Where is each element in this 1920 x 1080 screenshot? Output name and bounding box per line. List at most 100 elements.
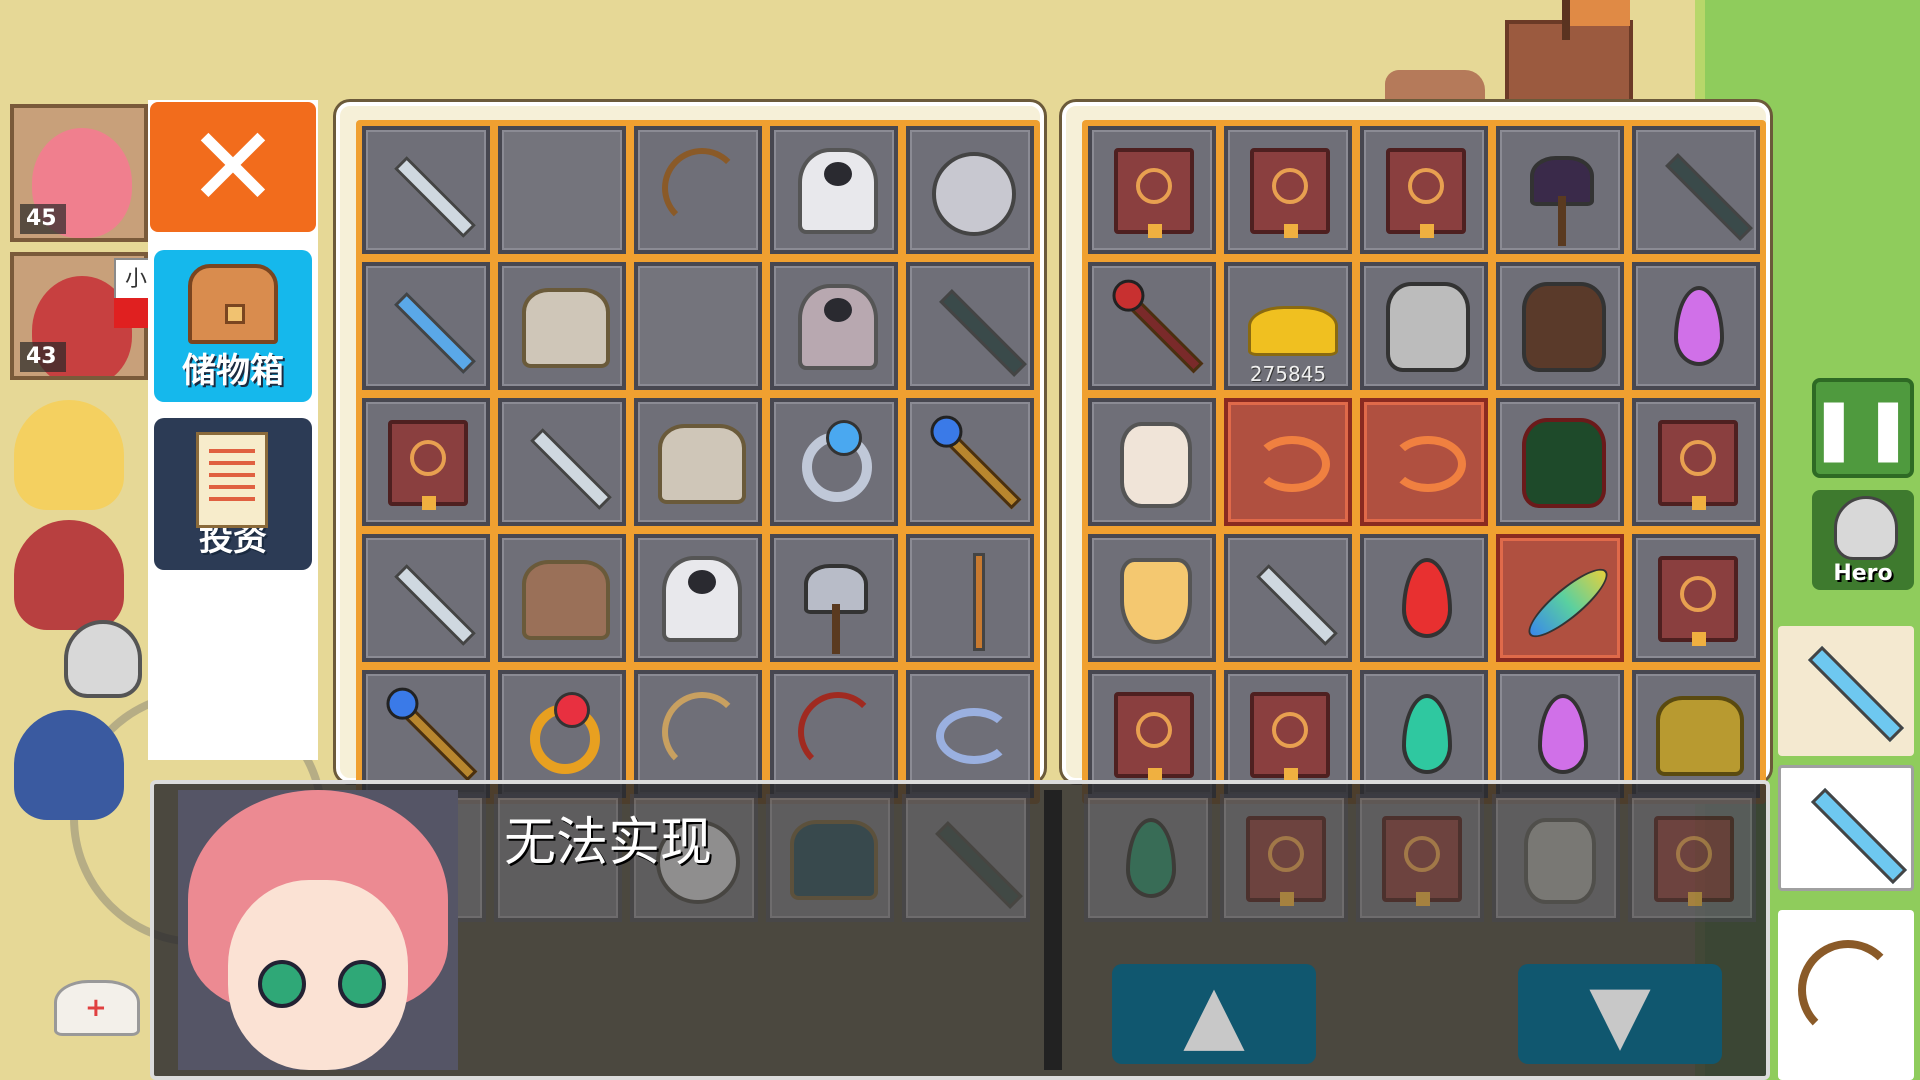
inventory-slot[interactable]: [634, 126, 762, 254]
weapon-slot-bow[interactable]: [1778, 910, 1914, 1080]
plate-armor-icon: [658, 424, 746, 504]
inventory-slot-highlighted[interactable]: [1224, 398, 1352, 526]
inventory-slot[interactable]: [1360, 262, 1488, 390]
green-gem-icon: [1126, 818, 1176, 898]
inventory-slot[interactable]: [1632, 398, 1760, 526]
spellbook-icon: [1382, 816, 1462, 906]
scroll-down-button[interactable]: ▼: [1518, 964, 1722, 1064]
storage-button[interactable]: 储物箱: [154, 250, 312, 402]
inventory-slot[interactable]: [498, 262, 626, 390]
inventory-slot[interactable]: [770, 670, 898, 798]
inventory-slot[interactable]: [906, 398, 1034, 526]
inventory-slot[interactable]: [906, 262, 1034, 390]
inventory-slot[interactable]: [1496, 670, 1624, 798]
inventory-slot[interactable]: [1496, 126, 1624, 254]
inventory-slot[interactable]: [1088, 262, 1216, 390]
inventory-slot[interactable]: [1084, 794, 1212, 922]
inventory-slot[interactable]: [1632, 126, 1760, 254]
red-hair-hero-sprite[interactable]: [14, 520, 124, 630]
eye-icon: [258, 960, 306, 1008]
inventory-slot[interactable]: [634, 398, 762, 526]
inventory-slot[interactable]: [1088, 126, 1216, 254]
level-badge: 43: [20, 342, 66, 372]
inventory-slot[interactable]: 275845: [1224, 262, 1352, 390]
inventory-slot[interactable]: [1088, 534, 1216, 662]
party-roster: 45 43 小 +: [4, 100, 158, 1080]
inventory-slot[interactable]: [1360, 670, 1488, 798]
inventory-slot[interactable]: [1224, 670, 1352, 798]
inventory-slot[interactable]: [1224, 534, 1352, 662]
inventory-slot[interactable]: [498, 670, 626, 798]
inventory-slot[interactable]: [1356, 794, 1484, 922]
nurse-cap-icon[interactable]: +: [54, 980, 140, 1036]
inventory-slot[interactable]: [362, 670, 490, 798]
white-cloak-icon: [662, 556, 742, 642]
gold-gem-icon: [1120, 558, 1192, 644]
inventory-slot[interactable]: [1632, 534, 1760, 662]
inventory-slot[interactable]: [1220, 794, 1348, 922]
ornate-sword-icon: [1255, 563, 1339, 647]
inventory-slot[interactable]: [634, 534, 762, 662]
inventory-slot[interactable]: [1360, 126, 1488, 254]
hero-button[interactable]: Hero: [1812, 490, 1914, 590]
pause-button[interactable]: ❚❚: [1809, 378, 1914, 478]
inventory-slot[interactable]: [1496, 262, 1624, 390]
pink-gem-icon: [1538, 694, 1588, 774]
flag-icon: [1570, 0, 1630, 26]
red-gem-icon: [1402, 558, 1452, 638]
weapon-slot-blue-sword[interactable]: [1778, 765, 1914, 891]
inventory-slot[interactable]: [770, 534, 898, 662]
inventory-slot[interactable]: [634, 670, 762, 798]
party-member-portrait[interactable]: 45: [10, 104, 148, 242]
flame-wisp-icon: [1254, 436, 1330, 492]
blue-hero-sprite[interactable]: [14, 710, 124, 820]
crimson-staff-icon: [1118, 288, 1204, 374]
inventory-slot[interactable]: [902, 794, 1030, 922]
dialog-text: 无法实现: [504, 813, 713, 873]
inventory-slot[interactable]: [770, 126, 898, 254]
inventory-slot[interactable]: [906, 534, 1034, 662]
invest-button[interactable]: 投资: [154, 418, 312, 570]
inventory-slot[interactable]: [362, 398, 490, 526]
inventory-slot-empty[interactable]: [498, 126, 626, 254]
close-button[interactable]: ✕: [150, 102, 316, 232]
dark-armor-icon: [790, 820, 878, 900]
inventory-slot[interactable]: [906, 126, 1034, 254]
inventory-slot[interactable]: [1360, 534, 1488, 662]
knight-helmet-icon[interactable]: [64, 620, 142, 698]
inventory-slot[interactable]: [906, 670, 1034, 798]
inventory-slot[interactable]: [498, 534, 626, 662]
wand-icon: [973, 553, 985, 651]
inventory-slot[interactable]: [1632, 262, 1760, 390]
inventory-slot-highlighted[interactable]: [1496, 534, 1624, 662]
inventory-slot-empty[interactable]: [634, 262, 762, 390]
inventory-slot[interactable]: [362, 126, 490, 254]
inventory-slot-highlighted[interactable]: [1360, 398, 1488, 526]
skull-cape-icon: [1522, 418, 1606, 508]
skeleton-cape-icon: [1522, 282, 1606, 372]
inventory-slot[interactable]: [1492, 794, 1620, 922]
inventory-slot[interactable]: [1496, 398, 1624, 526]
inventory-slot[interactable]: [1224, 126, 1352, 254]
inventory-slot[interactable]: [1632, 670, 1760, 798]
spellbook-icon: [1114, 692, 1194, 782]
dark-blade-icon: [935, 821, 1023, 909]
inventory-slot[interactable]: [1088, 670, 1216, 798]
battle-axe-icon: [804, 564, 868, 654]
crossbow-icon: [798, 692, 878, 772]
storage-grid: 275845: [1082, 120, 1766, 804]
blonde-hero-sprite[interactable]: [14, 400, 124, 510]
inventory-slot[interactable]: [770, 398, 898, 526]
plate-armor-icon: [522, 288, 610, 368]
ruby-ring-icon: [530, 692, 600, 774]
inventory-slot[interactable]: [766, 794, 894, 922]
inventory-slot[interactable]: [362, 534, 490, 662]
inventory-slot[interactable]: [1088, 398, 1216, 526]
inventory-slot[interactable]: [770, 262, 898, 390]
inventory-slot[interactable]: [1628, 794, 1756, 922]
inventory-slot[interactable]: [498, 398, 626, 526]
weapon-slot-ice-sword[interactable]: [1778, 626, 1914, 756]
scroll-up-button[interactable]: ▲: [1112, 964, 1316, 1064]
inventory-slot[interactable]: [362, 262, 490, 390]
storage-panel: 275845: [1062, 102, 1770, 804]
